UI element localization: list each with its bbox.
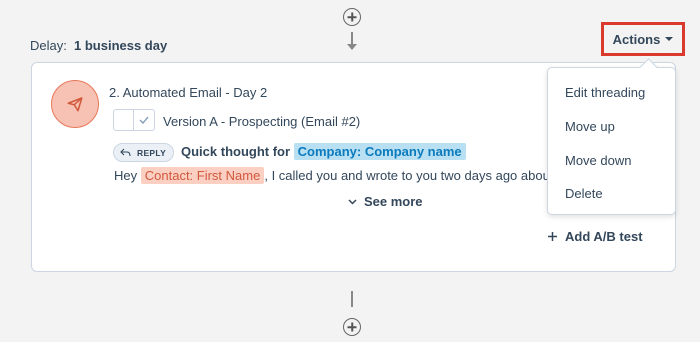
- body-suffix: , I called you and wrote to you two days…: [264, 168, 554, 183]
- reply-arrow-icon: [120, 148, 131, 157]
- version-b-cell[interactable]: [114, 110, 134, 130]
- subject-prefix: Quick thought for: [181, 144, 291, 159]
- body-prefix: Hey: [114, 168, 138, 183]
- subject-token: Company: Company name: [293, 143, 466, 160]
- send-email-icon: [51, 80, 99, 128]
- menu-item-move-down[interactable]: Move down: [548, 143, 675, 177]
- menu-item-move-up[interactable]: Move up: [548, 109, 675, 143]
- check-icon: [139, 116, 149, 124]
- menu-item-delete[interactable]: Delete: [548, 176, 675, 210]
- connector-line-bottom: [351, 291, 353, 307]
- add-ab-test-button[interactable]: Add A/B test: [547, 229, 643, 244]
- version-toggle[interactable]: [113, 109, 155, 131]
- chevron-down-icon: [348, 198, 357, 205]
- reply-badge: REPLY: [113, 143, 175, 162]
- version-a-check-cell[interactable]: [134, 110, 154, 130]
- actions-menu: Edit threading Move up Move down Delete: [547, 67, 676, 215]
- body-token: Contact: First Name: [140, 167, 265, 184]
- see-more-button[interactable]: See more: [348, 194, 423, 209]
- menu-item-label: Move down: [565, 152, 632, 168]
- version-label: Version A - Prospecting (Email #2): [163, 114, 361, 129]
- menu-item-label: Edit threading: [565, 84, 646, 100]
- plus-icon: [548, 232, 557, 241]
- see-more-label: See more: [364, 194, 423, 209]
- email-subject: Quick thought for Company: Company name: [181, 143, 466, 160]
- actions-label: Actions: [612, 31, 661, 47]
- menu-item-label: Delete: [565, 185, 603, 201]
- menu-item-edit-threading[interactable]: Edit threading: [548, 75, 675, 109]
- email-body-preview: Hey Contact: First Name, I called you an…: [114, 167, 554, 184]
- delay-label: Delay:: [30, 38, 67, 53]
- add-step-top-button[interactable]: [343, 8, 361, 26]
- connector-arrow-icon: [347, 44, 357, 50]
- step-title[interactable]: 2. Automated Email - Day 2: [109, 85, 267, 100]
- reply-badge-label: REPLY: [137, 147, 167, 158]
- add-step-bottom-button[interactable]: [343, 318, 361, 336]
- delay-value: 1 business day: [74, 38, 168, 53]
- menu-item-label: Move up: [565, 118, 615, 134]
- add-ab-label: Add A/B test: [565, 229, 643, 244]
- actions-button[interactable]: Actions: [601, 22, 685, 56]
- caret-down-icon: [665, 37, 674, 41]
